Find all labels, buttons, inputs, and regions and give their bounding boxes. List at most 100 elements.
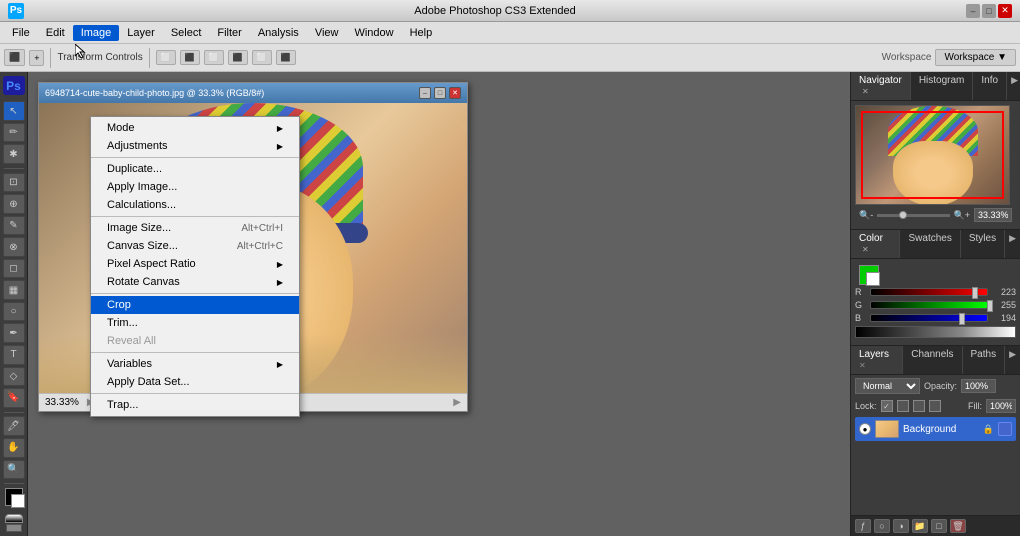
image-window-close[interactable]: ✕ bbox=[449, 87, 461, 99]
menu-item-variables[interactable]: Variables bbox=[91, 355, 299, 373]
tool-shape[interactable]: ◇ bbox=[3, 367, 25, 387]
toolbar-tool-1[interactable]: ⬛ bbox=[4, 49, 25, 66]
menu-item-adjustments[interactable]: Adjustments bbox=[91, 137, 299, 155]
minimize-button[interactable]: – bbox=[966, 4, 980, 18]
color-options-icon[interactable]: ▶ bbox=[1005, 230, 1020, 258]
menu-image[interactable]: Image bbox=[73, 25, 120, 41]
menu-item-apply-image[interactable]: Apply Image... bbox=[91, 178, 299, 196]
tab-channels[interactable]: Channels bbox=[903, 346, 962, 374]
tab-info[interactable]: Info bbox=[973, 72, 1007, 100]
zoom-slider-thumb[interactable] bbox=[899, 211, 907, 219]
opacity-input[interactable] bbox=[961, 379, 996, 393]
tool-selection[interactable]: ↖ bbox=[3, 101, 25, 121]
tab-navigator[interactable]: Navigator ✕ bbox=[851, 72, 911, 100]
tool-hand[interactable]: ✋ bbox=[3, 438, 25, 458]
tab-styles[interactable]: Styles bbox=[961, 230, 1005, 258]
color-b-slider[interactable] bbox=[870, 314, 988, 322]
zoom-input[interactable] bbox=[974, 208, 1012, 222]
menu-select[interactable]: Select bbox=[163, 25, 210, 41]
tool-notes[interactable]: 🔖 bbox=[3, 388, 25, 408]
tool-dodge[interactable]: ○ bbox=[3, 302, 25, 322]
menu-item-mode[interactable]: Mode bbox=[91, 119, 299, 137]
color-g-slider[interactable] bbox=[870, 301, 988, 309]
tool-patch[interactable]: ⊕ bbox=[3, 194, 25, 214]
menu-item-crop[interactable]: Crop bbox=[91, 296, 299, 314]
workspace-button[interactable]: Workspace ▼ bbox=[935, 49, 1016, 66]
layer-item-background[interactable]: ● Background 🔒 bbox=[855, 417, 1016, 441]
background-color[interactable] bbox=[11, 494, 25, 508]
tool-clone[interactable]: ⊗ bbox=[3, 237, 25, 257]
quick-mask[interactable] bbox=[5, 514, 23, 523]
tab-histogram[interactable]: Histogram bbox=[911, 72, 974, 100]
zoom-slider[interactable] bbox=[877, 214, 949, 217]
menu-layer[interactable]: Layer bbox=[119, 25, 163, 41]
menu-item-trim[interactable]: Trim... bbox=[91, 314, 299, 332]
menu-item-trap[interactable]: Trap... bbox=[91, 396, 299, 414]
panel-options-icon[interactable]: ▶ bbox=[1007, 72, 1020, 100]
layer-new-btn[interactable]: □ bbox=[931, 519, 947, 533]
menu-item-pixel-aspect[interactable]: Pixel Aspect Ratio bbox=[91, 255, 299, 273]
layer-group-btn[interactable]: 📁 bbox=[912, 519, 928, 533]
tool-brush[interactable]: ✎ bbox=[3, 216, 25, 236]
color-close-icon[interactable]: ✕ bbox=[862, 245, 869, 254]
lock-transparent-btn[interactable]: ✓ bbox=[881, 400, 893, 412]
zoom-in-icon[interactable]: 🔍+ bbox=[954, 210, 970, 221]
fill-input[interactable] bbox=[986, 399, 1016, 413]
toolbar-align-3[interactable]: ⬜ bbox=[204, 50, 224, 65]
toolbar-align-4[interactable]: ⬛ bbox=[228, 50, 248, 65]
image-window-maximize[interactable]: □ bbox=[434, 87, 446, 99]
lock-position-btn[interactable] bbox=[913, 400, 925, 412]
menu-item-rotate-canvas[interactable]: Rotate Canvas bbox=[91, 273, 299, 291]
tool-eyedropper[interactable]: 🖊 bbox=[3, 416, 25, 436]
menu-view[interactable]: View bbox=[307, 25, 347, 41]
color-b-thumb[interactable] bbox=[959, 313, 965, 325]
layer-style-btn[interactable]: ƒ bbox=[855, 519, 871, 533]
scroll-right[interactable]: ▶ bbox=[453, 397, 461, 408]
tool-magic-wand[interactable]: ✱ bbox=[3, 144, 25, 164]
blend-mode-select[interactable]: Normal bbox=[855, 378, 920, 394]
foreground-color[interactable] bbox=[5, 488, 23, 506]
background-color-swatch[interactable] bbox=[866, 272, 880, 286]
lock-image-btn[interactable] bbox=[897, 400, 909, 412]
layer-visibility-eye[interactable]: ● bbox=[859, 423, 871, 435]
tab-color[interactable]: Color ✕ bbox=[851, 230, 900, 258]
close-button[interactable]: ✕ bbox=[998, 4, 1012, 18]
layers-close-icon[interactable]: ✕ bbox=[859, 361, 866, 370]
menu-item-image-size[interactable]: Image Size... Alt+Ctrl+I bbox=[91, 219, 299, 237]
layers-options-icon[interactable]: ▶ bbox=[1005, 346, 1020, 374]
menu-item-duplicate[interactable]: Duplicate... bbox=[91, 160, 299, 178]
toolbar-align-5[interactable]: ⬜ bbox=[252, 50, 272, 65]
tool-eraser[interactable]: ◻ bbox=[3, 259, 25, 279]
tool-pen[interactable]: ✒ bbox=[3, 323, 25, 343]
toolbar-align-2[interactable]: ⬛ bbox=[180, 50, 200, 65]
maximize-button[interactable]: □ bbox=[982, 4, 996, 18]
menu-item-canvas-size[interactable]: Canvas Size... Alt+Ctrl+C bbox=[91, 237, 299, 255]
tool-crop[interactable]: ⊡ bbox=[3, 173, 25, 193]
zoom-out-icon[interactable]: 🔍- bbox=[859, 210, 873, 221]
toolbar-align-1[interactable]: ⬜ bbox=[156, 50, 176, 65]
lock-all-btn[interactable] bbox=[929, 400, 941, 412]
toolbar-tool-2[interactable]: + bbox=[29, 50, 44, 66]
menu-help[interactable]: Help bbox=[402, 25, 441, 41]
image-window-minimize[interactable]: – bbox=[419, 87, 431, 99]
menu-item-calculations[interactable]: Calculations... bbox=[91, 196, 299, 214]
tab-layers[interactable]: Layers ✕ bbox=[851, 346, 903, 374]
color-r-thumb[interactable] bbox=[972, 287, 978, 299]
tool-zoom[interactable]: 🔍 bbox=[3, 460, 25, 480]
menu-item-apply-data-set[interactable]: Apply Data Set... bbox=[91, 373, 299, 391]
screen-mode[interactable] bbox=[5, 523, 23, 532]
menu-filter[interactable]: Filter bbox=[209, 25, 249, 41]
navigator-close-icon[interactable]: ✕ bbox=[862, 87, 869, 96]
layer-mask-btn[interactable]: ○ bbox=[874, 519, 890, 533]
tool-gradient[interactable]: ▦ bbox=[3, 280, 25, 300]
menu-file[interactable]: File bbox=[4, 25, 38, 41]
menu-edit[interactable]: Edit bbox=[38, 25, 73, 41]
foreground-color-swatch[interactable] bbox=[859, 265, 879, 285]
tool-lasso[interactable]: ✏ bbox=[3, 123, 25, 143]
tab-swatches[interactable]: Swatches bbox=[900, 230, 960, 258]
color-r-slider[interactable] bbox=[870, 288, 988, 296]
menu-window[interactable]: Window bbox=[346, 25, 401, 41]
tool-text[interactable]: T bbox=[3, 345, 25, 365]
tab-paths[interactable]: Paths bbox=[963, 346, 1006, 374]
color-g-thumb[interactable] bbox=[987, 300, 993, 312]
